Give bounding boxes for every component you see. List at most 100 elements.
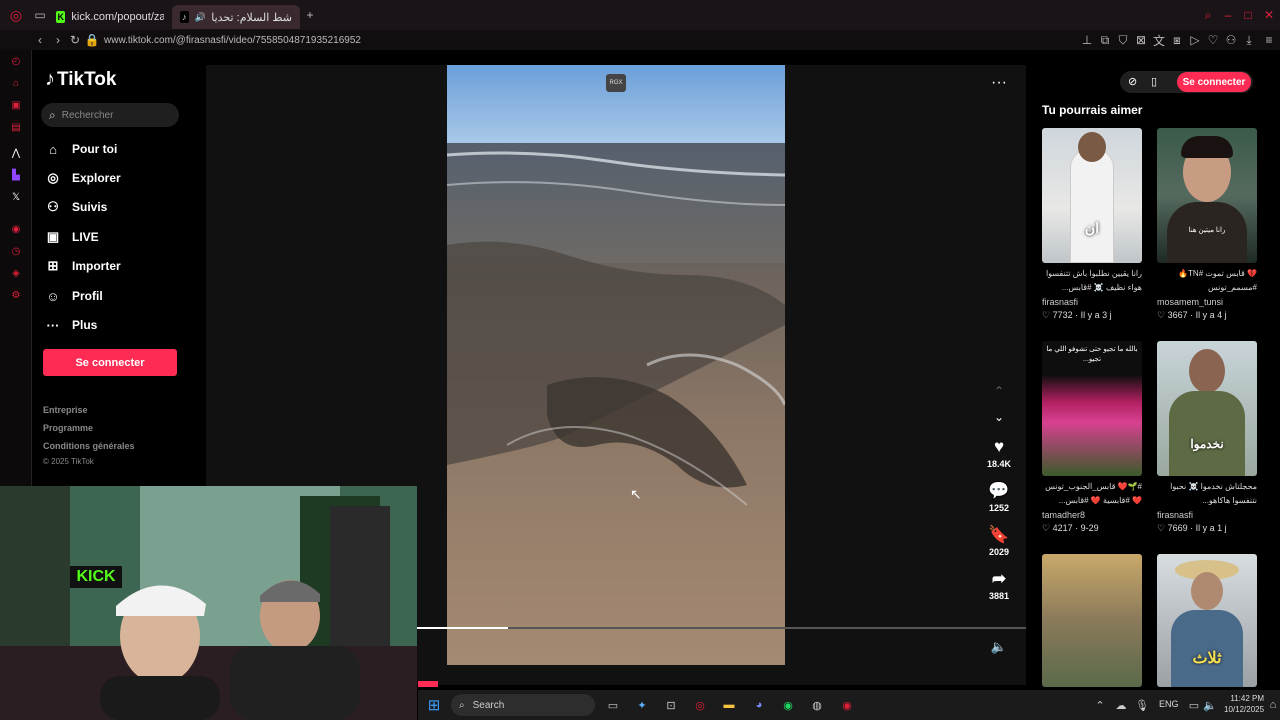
account-icon[interactable]: ⚇ (1222, 33, 1240, 47)
snapshot-icon[interactable]: ⧉ (1096, 33, 1114, 48)
tab-title: kick.com/popout/zanoun (71, 11, 164, 23)
vpn-icon[interactable]: ⊠ (1132, 33, 1150, 47)
video-player[interactable] (447, 65, 785, 665)
video-progress-track[interactable] (417, 627, 1026, 629)
rec-card[interactable]: بالله ما تجيو حتى تشوفو اللي ما تجيو... … (1042, 341, 1142, 534)
coin-icon[interactable]: ⊘ (1128, 75, 1137, 88)
obs-icon[interactable]: ◉ (838, 696, 856, 714)
nav-importer[interactable]: ⊞ Importer (44, 256, 121, 276)
cloud-icon[interactable]: ☁ (1112, 696, 1130, 714)
url-field[interactable]: www.tiktok.com/@firasnasfi/video/7558504… (104, 35, 361, 46)
download-icon[interactable]: ⤓ (1240, 33, 1258, 48)
file-explorer-icon[interactable]: ▬ (720, 696, 738, 714)
back-icon[interactable]: ‹ (30, 33, 50, 47)
rec-card[interactable]: ان رانا يقيين نطلبوا باش تتنفسوا هواء نظ… (1042, 128, 1142, 321)
heart-bookmark-icon[interactable]: ♡ (1204, 33, 1222, 47)
extension-icon[interactable]: ⧆ (1168, 33, 1186, 48)
rec-card[interactable]: ثلاث (1157, 554, 1257, 687)
rec-author[interactable]: tamadher8 (1042, 510, 1142, 520)
nav-plus[interactable]: ··· Plus (44, 315, 98, 335)
maximize-icon[interactable]: □ (1238, 8, 1258, 22)
footer-link-programme[interactable]: Programme (43, 423, 93, 433)
tab-tiktok[interactable]: ♪ 🔊 شط السلام: تحديات التلو (172, 5, 300, 29)
chat-icon[interactable]: ▣ (0, 94, 32, 116)
play-icon[interactable]: ▷ (1186, 33, 1204, 47)
x-icon[interactable]: 𝕏 (0, 186, 32, 208)
rec-card[interactable] (1042, 554, 1142, 687)
taskbar-search[interactable]: ⌕ Search (451, 694, 595, 716)
app-icon[interactable]: ◍ (808, 696, 826, 714)
volume-icon[interactable]: 🔈 (988, 638, 1010, 656)
like-action[interactable]: ♥ 18.4K (986, 437, 1012, 469)
footer-link-conditions[interactable]: Conditions générales (43, 441, 135, 451)
tab-title: شط السلام: تحديات التلو (211, 11, 292, 24)
tab-kick[interactable]: K kick.com/popout/zanoun (48, 5, 172, 29)
bag-icon[interactable]: ⌂ (0, 72, 32, 94)
nav-profil[interactable]: ☺ Profil (44, 286, 102, 306)
audio-playing-icon[interactable]: 🔊 (195, 11, 206, 23)
rec-author[interactable]: mosamem_tunsi (1157, 297, 1257, 307)
search-tabs-icon[interactable]: ⌕ (1198, 8, 1218, 23)
reload-icon[interactable]: ↻ (66, 33, 84, 47)
clock[interactable]: 11:42 PM 10/12/2025 (1224, 693, 1264, 715)
notifications-icon[interactable]: ⌂ (1264, 696, 1280, 714)
previous-video-icon[interactable]: ⌃ (990, 384, 1008, 398)
nav-live[interactable]: ▣ LIVE (44, 227, 99, 247)
pin-icon[interactable]: ⊥ (1078, 33, 1096, 47)
thumb-hair (1181, 136, 1233, 158)
video-foam (447, 151, 785, 506)
tab-overview-icon[interactable]: ▭ (32, 8, 48, 22)
opera-logo-icon[interactable]: ◎ (0, 7, 32, 24)
close-window-icon[interactable]: ✕ (1258, 8, 1280, 22)
store-icon[interactable]: ⊡ (662, 696, 680, 714)
search-input[interactable]: ⌕ Rechercher (41, 103, 179, 127)
clock-icon[interactable]: ◷ (0, 240, 32, 262)
tiktok-logo[interactable]: ♪ TikTok (45, 68, 116, 91)
translate-icon[interactable]: 文 (1150, 32, 1168, 49)
media-icon[interactable]: ▤ (0, 116, 32, 138)
rec-meta: ♡ 7732 · Il y a 3 j (1042, 310, 1112, 320)
share-action[interactable]: ➦ 3881 (986, 569, 1012, 601)
twitch-icon[interactable]: ▙ (0, 164, 32, 186)
language-indicator[interactable]: ENG (1159, 699, 1179, 709)
new-tab-icon[interactable]: + (300, 8, 320, 22)
rec-card[interactable]: رانا ميتين هنا 💔 قابس تموت #TN🔥 #مسمم_تو… (1157, 128, 1257, 321)
footer-link-entreprise[interactable]: Entreprise (43, 405, 88, 415)
opera-taskbar-icon[interactable]: ◎ (691, 696, 709, 714)
login-button[interactable]: Se connecter (43, 349, 177, 376)
mic-icon[interactable]: 🎙 (1133, 696, 1151, 714)
spotify-icon[interactable]: ◉ (779, 696, 797, 714)
minimize-icon[interactable]: – (1218, 8, 1238, 22)
bulb-icon[interactable]: ◈ (0, 262, 32, 284)
rec-author[interactable]: firasnasfi (1042, 297, 1142, 307)
nav-explorer[interactable]: ◎ Explorer (44, 168, 120, 188)
history-icon[interactable]: ◴ (0, 50, 32, 72)
player-icon[interactable]: ◉ (0, 218, 32, 240)
save-action[interactable]: 🔖 2029 (986, 525, 1012, 557)
copilot-icon[interactable]: ✦ (633, 696, 651, 714)
more-options-icon[interactable]: ··· (988, 74, 1010, 91)
discord-icon[interactable]: ◕ (750, 696, 768, 714)
forward-icon[interactable]: › (50, 33, 66, 47)
login-button-top[interactable]: Se connecter (1177, 72, 1251, 92)
aria-icon[interactable]: ⋀ (0, 142, 32, 164)
nav-suivis[interactable]: ⚇ Suivis (44, 197, 107, 217)
rec-thumbnail: ان (1042, 128, 1142, 263)
task-view-icon[interactable]: ▭ (604, 696, 622, 714)
settings-icon[interactable]: ⚙ (0, 284, 32, 306)
menu-icon[interactable]: ≡ (1258, 33, 1280, 47)
recommendations-title: Tu pourrais aimer (1042, 103, 1143, 117)
thumb-text: ان (1084, 220, 1100, 236)
heart-outline-icon: ♡ (1157, 523, 1168, 533)
rec-card[interactable]: نخدموا محجلتاش نخدموا ☠️ نحبوا نتنفسوا ه… (1157, 341, 1257, 534)
windows-start-icon[interactable]: ⊞ (425, 696, 443, 714)
rec-author[interactable]: firasnasfi (1157, 510, 1257, 520)
thumb-text: ثلاث (1192, 650, 1222, 667)
nav-pour-toi[interactable]: ⌂ Pour toi (44, 139, 117, 159)
phone-icon[interactable]: ▯ (1151, 75, 1157, 88)
speaker-icon[interactable]: 🔈 (1201, 696, 1219, 714)
comment-action[interactable]: 💬 1252 (986, 481, 1012, 513)
shield-icon[interactable]: ⛉ (1114, 33, 1132, 48)
tray-chevron-icon[interactable]: ⌃ (1091, 696, 1109, 714)
next-video-icon[interactable]: ⌄ (990, 410, 1008, 424)
